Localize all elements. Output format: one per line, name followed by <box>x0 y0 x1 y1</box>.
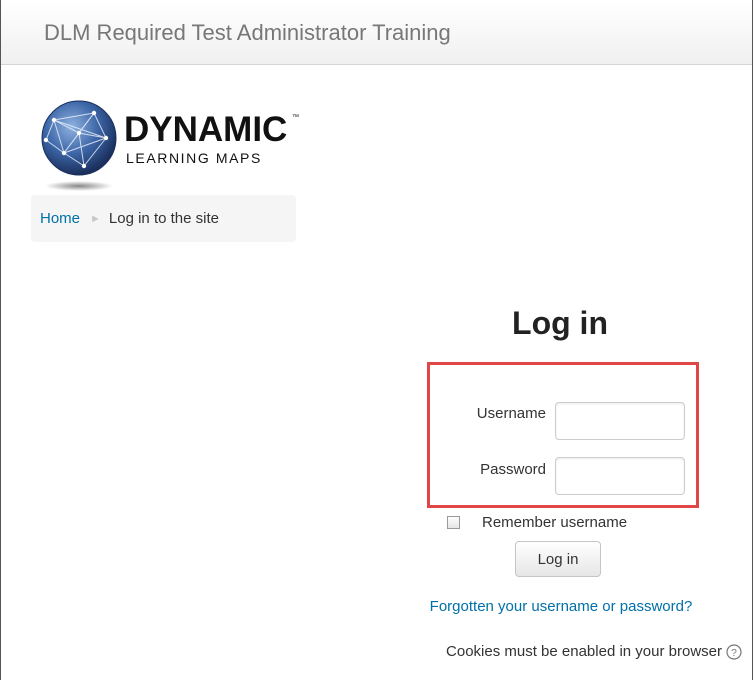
password-label: Password <box>480 461 546 478</box>
breadcrumb-home-link[interactable]: Home <box>40 210 80 227</box>
site-header: DLM Required Test Administrator Training <box>1 0 752 65</box>
username-input[interactable] <box>555 402 685 440</box>
cookies-notice: Cookies must be enabled in your browser … <box>340 643 742 660</box>
breadcrumb-separator-icon: ► <box>90 213 101 225</box>
remember-username-label[interactable]: Remember username <box>482 514 627 531</box>
logo-text-dynamic: DYNAMIC <box>124 110 288 149</box>
dlm-logo[interactable]: DYNAMIC ™ LEARNING MAPS <box>34 98 304 194</box>
breadcrumb-current: Log in to the site <box>108 210 219 227</box>
svg-text:?: ? <box>731 647 737 658</box>
login-submit-button[interactable]: Log in <box>515 541 601 577</box>
globe-logo-icon <box>41 100 117 191</box>
forgot-credentials-link[interactable]: Forgotten your username or password? <box>370 598 752 615</box>
question-circle-icon[interactable]: ? <box>726 643 742 660</box>
username-label: Username <box>476 405 546 422</box>
site-title[interactable]: DLM Required Test Administrator Training <box>44 20 451 46</box>
logo-trademark: ™ <box>292 114 299 121</box>
remember-username-checkbox[interactable] <box>447 516 460 529</box>
remember-username-row: Remember username <box>447 514 627 531</box>
breadcrumb: Home ► Log in to the site <box>31 195 296 242</box>
login-heading: Log in <box>512 305 608 341</box>
logo-text-learning-maps: LEARNING MAPS <box>126 150 262 166</box>
password-input[interactable] <box>555 457 685 495</box>
cookies-notice-text: Cookies must be enabled in your browser <box>446 643 722 660</box>
